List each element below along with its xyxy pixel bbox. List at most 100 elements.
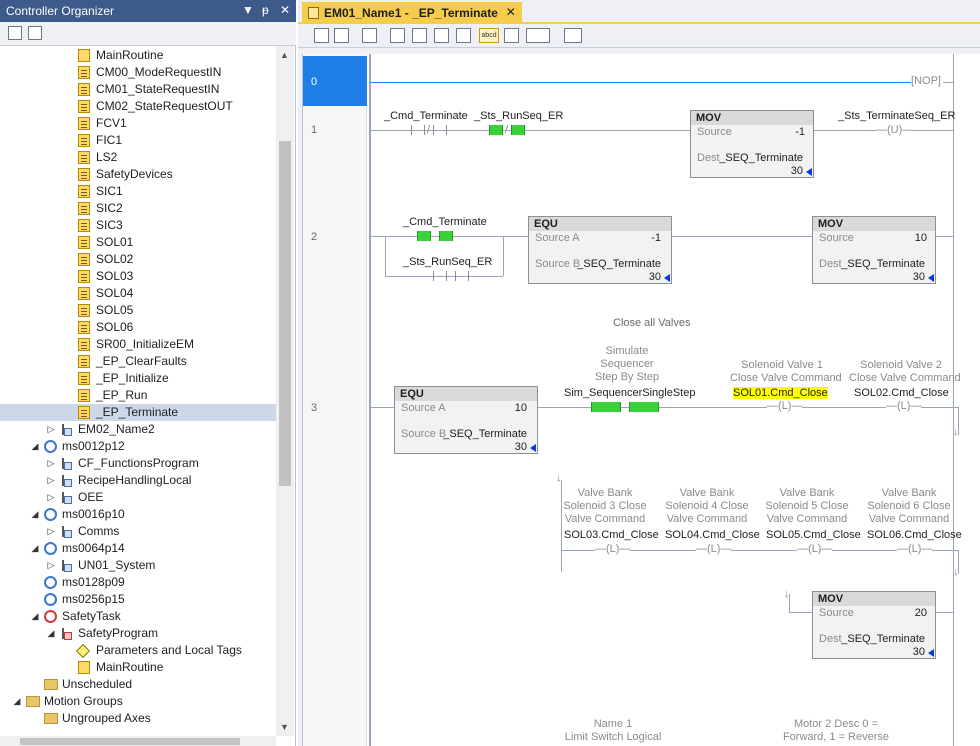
routine-tab[interactable]: EM01_Name1 - _EP_Terminate ✕	[302, 2, 522, 24]
tree-item[interactable]: ▷ UN01_System	[0, 557, 276, 574]
expand-all-icon[interactable]	[28, 26, 42, 40]
tree-item[interactable]: SOL03	[0, 268, 276, 285]
mov-block[interactable]: MOV Source 10 Dest _SEQ_Terminate 30	[812, 216, 936, 284]
collapse-all-icon[interactable]	[8, 26, 22, 40]
tree-item[interactable]: Unscheduled	[0, 676, 276, 693]
tree-item[interactable]: SIC2	[0, 200, 276, 217]
ladder-canvas[interactable]: 0 1 2 3 [NOP] _Cmd_Terminate / _Sts_RunS…	[302, 54, 980, 746]
tree-item[interactable]: ◢ Motion Groups	[0, 693, 276, 710]
tree-item[interactable]: SOL06	[0, 319, 276, 336]
tree-item[interactable]: MainRoutine	[0, 47, 276, 64]
zoom-out-icon[interactable]	[334, 28, 349, 43]
tree-item[interactable]: ▷ EM02_Name2	[0, 421, 276, 438]
wrap-arrow: ↓	[953, 426, 959, 438]
show-tag-description-icon[interactable]: abcd	[479, 28, 499, 43]
expand-arrow-icon[interactable]: ▷	[46, 472, 56, 489]
tree-item[interactable]: Parameters and Local Tags	[0, 642, 276, 659]
collapse-arrow-icon[interactable]: ◢	[30, 438, 40, 455]
tree-item[interactable]: ▷ Comms	[0, 523, 276, 540]
tree-vertical-scrollbar[interactable]: ▲ ▼	[276, 46, 294, 736]
collapse-arrow-icon[interactable]: ◢	[30, 540, 40, 557]
tree-item[interactable]: ▷ RecipeHandlingLocal	[0, 472, 276, 489]
sol03-latch-coil[interactable]: —(L)—	[595, 543, 631, 555]
tree-item[interactable]: _EP_Run	[0, 387, 276, 404]
tree-item[interactable]: SR00_InitializeEM	[0, 336, 276, 353]
tree-item[interactable]: SafetyDevices	[0, 166, 276, 183]
tree-item[interactable]: ◢ SafetyTask	[0, 608, 276, 625]
expand-arrow-icon[interactable]: ▷	[46, 421, 56, 438]
mov-block[interactable]: MOV Source -1 Dest _SEQ_Terminate 30	[690, 110, 814, 178]
verify-routine-icon[interactable]	[362, 28, 377, 43]
tree-item[interactable]: ms0128p09	[0, 574, 276, 591]
finalize-edits-icon[interactable]	[456, 28, 471, 43]
mov-block[interactable]: MOV Source 20 Dest _SEQ_Terminate 30	[812, 591, 936, 659]
show-operand-icon[interactable]	[504, 28, 519, 43]
tree-item[interactable]: ◢ ms0064p14	[0, 540, 276, 557]
hscroll-thumb[interactable]	[20, 738, 240, 745]
branch-wire	[385, 236, 386, 276]
collapse-arrow-icon[interactable]: ◢	[12, 693, 22, 710]
routine-icon	[78, 355, 90, 368]
accept-edits-icon[interactable]	[412, 28, 427, 43]
expand-arrow-icon[interactable]: ▷	[46, 523, 56, 540]
tree-item[interactable]: ◢ SafetyProgram	[0, 625, 276, 642]
tree-item[interactable]: SOL02	[0, 251, 276, 268]
tree-item[interactable]: SOL01	[0, 234, 276, 251]
tree-item[interactable]: CM02_StateRequestOUT	[0, 98, 276, 115]
tree-item[interactable]: MainRoutine	[0, 659, 276, 676]
tree-item[interactable]: ◢ ms0016p10	[0, 506, 276, 523]
cancel-edits-icon[interactable]	[434, 28, 449, 43]
sol01-latch-coil[interactable]: —(L)—	[767, 400, 803, 412]
tree-item[interactable]: FCV1	[0, 115, 276, 132]
collapse-arrow-icon[interactable]: ◢	[46, 625, 56, 642]
tree-item[interactable]: _EP_ClearFaults	[0, 353, 276, 370]
toggle-comments-icon[interactable]	[564, 28, 582, 43]
xic-contact[interactable]: /	[411, 124, 451, 136]
nop-instruction[interactable]: [NOP]	[911, 75, 941, 87]
tree-item[interactable]: ◢ ms0012p12	[0, 438, 276, 455]
pin-icon[interactable]: ᵽ	[262, 3, 269, 17]
expand-arrow-icon[interactable]: ▷	[46, 455, 56, 472]
tree-item[interactable]: SIC3	[0, 217, 276, 234]
xio-contact[interactable]: /	[489, 124, 529, 136]
tree-item[interactable]: LS2	[0, 149, 276, 166]
expand-arrow-icon[interactable]: ▷	[46, 557, 56, 574]
sol06-latch-coil[interactable]: —(L)—	[897, 543, 933, 555]
tree-item[interactable]: CM01_StateRequestIN	[0, 81, 276, 98]
collapse-arrow-icon[interactable]: ◢	[30, 608, 40, 625]
tree-item[interactable]: ▷ CF_FunctionsProgram	[0, 455, 276, 472]
tree-item[interactable]: ▷ OEE	[0, 489, 276, 506]
xic-contact[interactable]	[591, 402, 661, 412]
sol04-latch-coil[interactable]: —(L)—	[696, 543, 732, 555]
program-icon	[60, 525, 72, 538]
scroll-up-icon[interactable]: ▲	[280, 50, 289, 60]
equ-block[interactable]: EQU Source A 10 Source B _SEQ_Terminate …	[394, 386, 538, 454]
zoom-in-icon[interactable]	[314, 28, 329, 43]
scroll-thumb[interactable]	[279, 141, 291, 486]
tree-item[interactable]: SIC1	[0, 183, 276, 200]
tree-item[interactable]: _EP_Initialize	[0, 370, 276, 387]
sol02-latch-coil[interactable]: —(L)—	[886, 400, 922, 412]
close-icon[interactable]: ✕	[280, 3, 290, 17]
tree-item[interactable]: ms0256p15	[0, 591, 276, 608]
tab-close-icon[interactable]: ✕	[506, 5, 516, 19]
tree-item[interactable]: _EP_Terminate	[0, 404, 276, 421]
dropdown-icon[interactable]: ▼	[242, 3, 254, 17]
sol05-latch-coil[interactable]: —(L)—	[797, 543, 833, 555]
rung-0-selected[interactable]: 0	[303, 56, 367, 106]
expand-arrow-icon[interactable]: ▷	[46, 489, 56, 506]
edit-rung-icon[interactable]	[390, 28, 405, 43]
collapse-arrow-icon[interactable]: ◢	[30, 506, 40, 523]
tree-horizontal-scrollbar[interactable]	[0, 736, 276, 746]
tree-item[interactable]: Ungrouped Axes	[0, 710, 276, 727]
xic-contact[interactable]	[417, 231, 457, 241]
display-mode-dropdown-icon[interactable]	[526, 28, 550, 43]
tree-item[interactable]: SOL05	[0, 302, 276, 319]
xic-contact[interactable]	[433, 271, 473, 281]
otu-coil[interactable]: —(U)—	[876, 124, 914, 136]
tree-item[interactable]: SOL04	[0, 285, 276, 302]
equ-block[interactable]: EQU Source A -1 Source B _SEQ_Terminate …	[528, 216, 672, 284]
scroll-down-icon[interactable]: ▼	[280, 722, 289, 732]
tree-item[interactable]: FIC1	[0, 132, 276, 149]
tree-item[interactable]: CM00_ModeRequestIN	[0, 64, 276, 81]
